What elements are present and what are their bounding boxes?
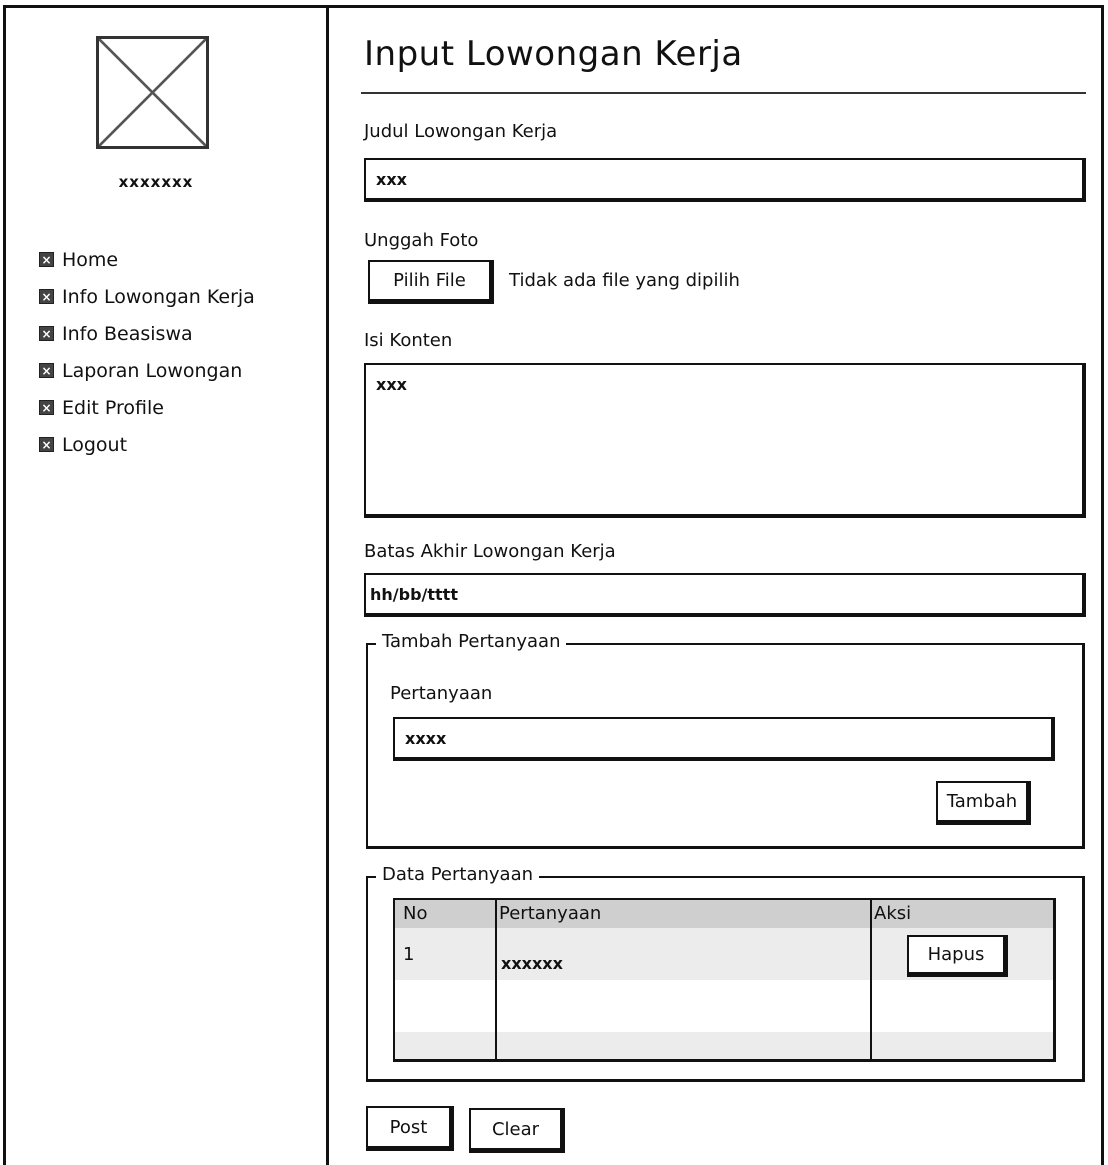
- row-no: 1: [403, 944, 415, 965]
- sidebar-item-label: Home: [62, 248, 119, 271]
- table-row: [395, 1032, 1053, 1059]
- batas-date-input[interactable]: hh/bb/tttt: [364, 573, 1086, 617]
- konten-label: Isi Konten: [364, 330, 453, 351]
- choose-file-button[interactable]: Pilih File: [368, 260, 494, 304]
- table-header-row: [395, 900, 1053, 928]
- hapus-button[interactable]: Hapus: [907, 935, 1008, 977]
- sidebar-item-laporan-lowongan[interactable]: × Laporan Lowongan: [39, 352, 255, 389]
- tambah-pertanyaan-legend: Tambah Pertanyaan: [376, 631, 567, 652]
- tambah-button[interactable]: Tambah: [936, 781, 1031, 825]
- column-divider: [870, 900, 872, 1059]
- post-button[interactable]: Post: [366, 1106, 454, 1151]
- sidebar-item-label: Laporan Lowongan: [62, 359, 243, 382]
- judul-input[interactable]: xxx: [364, 158, 1086, 202]
- column-header-pertanyaan: Pertanyaan: [499, 903, 602, 924]
- row-pertanyaan: xxxxxx: [501, 954, 563, 973]
- title-divider: [361, 92, 1086, 94]
- sidebar: xxxxxxx × Home × Info Lowongan Kerja × I…: [6, 8, 329, 1165]
- sidebar-item-logout[interactable]: × Logout: [39, 426, 255, 463]
- close-box-icon: ×: [39, 400, 54, 415]
- batas-label: Batas Akhir Lowongan Kerja: [364, 541, 616, 562]
- data-pertanyaan-legend: Data Pertanyaan: [376, 864, 540, 885]
- judul-label: Judul Lowongan Kerja: [364, 121, 558, 142]
- sidebar-item-label: Edit Profile: [62, 396, 164, 419]
- tambah-pertanyaan-fieldset: Tambah Pertanyaan Pertanyaan xxxx Tambah: [366, 631, 1085, 849]
- sidebar-item-edit-profile[interactable]: × Edit Profile: [39, 389, 255, 426]
- column-header-aksi: Aksi: [874, 903, 912, 924]
- pertanyaan-label: Pertanyaan: [390, 683, 493, 704]
- page-title: Input Lowongan Kerja: [364, 34, 743, 74]
- foto-label: Unggah Foto: [364, 230, 479, 251]
- column-header-no: No: [403, 903, 428, 924]
- sidebar-nav: × Home × Info Lowongan Kerja × Info Beas…: [39, 241, 255, 463]
- sidebar-item-label: Info Beasiswa: [62, 322, 193, 345]
- app-frame: xxxxxxx × Home × Info Lowongan Kerja × I…: [3, 5, 1104, 1165]
- sidebar-item-label: Logout: [62, 433, 128, 456]
- pertanyaan-table: No Pertanyaan Aksi 1 xxxxxx Hapus: [393, 898, 1056, 1062]
- column-divider: [495, 900, 497, 1059]
- sidebar-item-info-beasiswa[interactable]: × Info Beasiswa: [39, 315, 255, 352]
- username: xxxxxxx: [118, 173, 194, 191]
- file-status: Tidak ada file yang dipilih: [509, 270, 740, 291]
- pertanyaan-input[interactable]: xxxx: [393, 717, 1055, 761]
- close-box-icon: ×: [39, 326, 54, 341]
- konten-textarea[interactable]: xxx: [364, 363, 1086, 518]
- close-box-icon: ×: [39, 252, 54, 267]
- sidebar-item-info-lowongan-kerja[interactable]: × Info Lowongan Kerja: [39, 278, 255, 315]
- sidebar-item-home[interactable]: × Home: [39, 241, 255, 278]
- sidebar-item-label: Info Lowongan Kerja: [62, 285, 255, 308]
- close-box-icon: ×: [39, 289, 54, 304]
- clear-button[interactable]: Clear: [469, 1108, 565, 1153]
- close-box-icon: ×: [39, 437, 54, 452]
- data-pertanyaan-fieldset: Data Pertanyaan No Pertanyaan Aksi 1 xxx…: [366, 864, 1085, 1082]
- close-box-icon: ×: [39, 363, 54, 378]
- avatar-placeholder-image: [96, 36, 209, 149]
